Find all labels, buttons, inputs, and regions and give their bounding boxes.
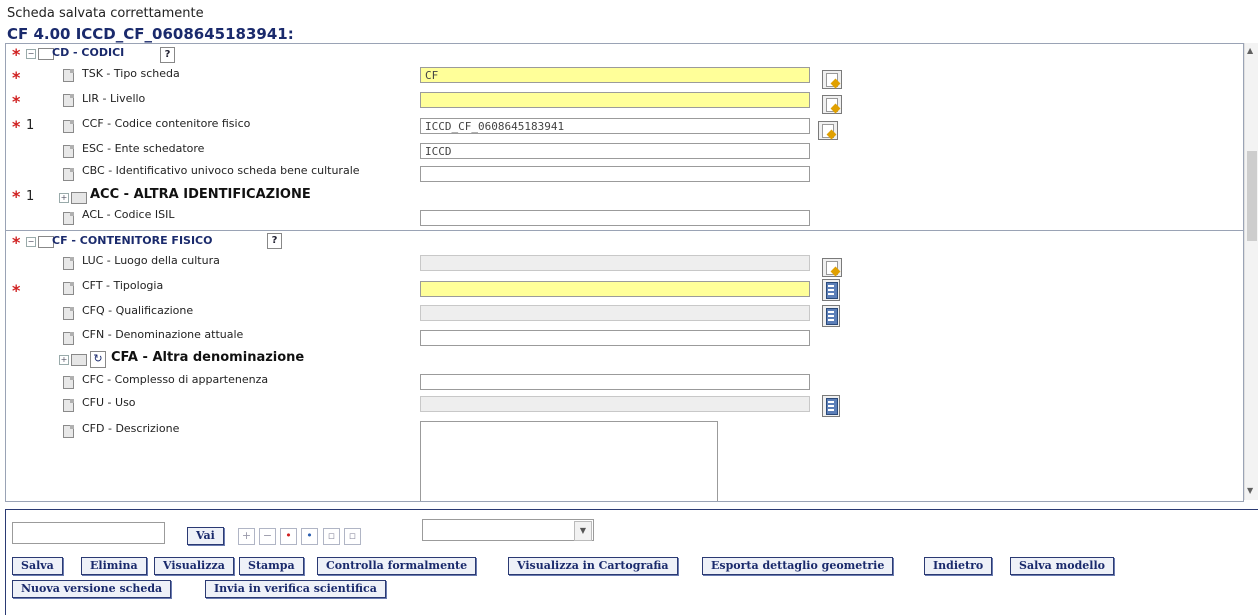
required-marker: * [12, 281, 21, 300]
tsk-field[interactable]: CF [420, 67, 810, 83]
lir-label: LIR - Livello [82, 92, 146, 105]
refresh-icon[interactable]: ↻ [90, 351, 106, 368]
folder-icon [71, 192, 87, 204]
scroll-thumb[interactable] [1247, 151, 1257, 241]
repeat-count: 1 [26, 189, 35, 204]
esc-label: ESC - Ente schedatore [82, 142, 205, 155]
acl-field[interactable] [420, 210, 810, 226]
acl-label: ACL - Codice ISIL [82, 208, 175, 221]
help-icon[interactable]: ? [160, 47, 175, 63]
list-icon[interactable] [822, 279, 840, 301]
document-icon [63, 257, 74, 270]
cfu-field[interactable] [420, 396, 810, 412]
export-geometries-button[interactable]: Esporta dettaglio geometrie [702, 557, 894, 575]
acc-group-title[interactable]: ACC - ALTRA IDENTIFICAZIONE [90, 187, 311, 202]
lookup-icon[interactable] [822, 258, 842, 277]
expand-icon[interactable]: + [59, 355, 69, 365]
list-blue-icon[interactable]: • [301, 528, 318, 545]
status-message: Scheda salvata correttamente [7, 6, 204, 21]
required-marker: * [12, 187, 21, 206]
lookup-icon[interactable] [818, 121, 838, 140]
lir-field[interactable] [420, 92, 810, 108]
remove-icon[interactable]: − [259, 528, 276, 545]
document-icon [63, 307, 74, 320]
document-icon [63, 212, 74, 225]
search-input[interactable] [12, 522, 165, 544]
document-icon [63, 145, 74, 158]
action-select[interactable]: ▼ [422, 519, 594, 541]
cbc-label: CBC - Identificativo univoco scheda bene… [82, 164, 360, 177]
form-panel: * − CD - CODICI ? * TSK - Tipo scheda CF… [5, 43, 1244, 502]
print-button[interactable]: Stampa [239, 557, 304, 575]
cfc-field[interactable] [420, 374, 810, 390]
record-title: CF 4.00 ICCD_CF_0608645183941: [7, 25, 294, 43]
section-cd-title: CD - CODICI [52, 46, 125, 59]
required-marker: * [12, 68, 21, 87]
bottom-toolbar: Vai + − • • ▫ ▫ ▼ Salva Elimina Visualiz… [5, 509, 1258, 615]
new-version-button[interactable]: Nuova versione scheda [12, 580, 172, 598]
luc-label: LUC - Luogo della cultura [82, 254, 220, 267]
document-icon [63, 69, 74, 82]
cfu-label: CFU - Uso [82, 396, 136, 409]
section-divider [6, 230, 1243, 231]
document-icon [63, 120, 74, 133]
cft-label: CFT - Tipologia [82, 279, 164, 292]
validate-button[interactable]: Controlla formalmente [317, 557, 477, 575]
cft-field[interactable] [420, 281, 810, 297]
esc-field[interactable]: ICCD [420, 143, 810, 159]
document-icon [63, 94, 74, 107]
help-icon[interactable]: ? [267, 233, 282, 249]
copy-icon[interactable]: ▫ [323, 528, 340, 545]
document-icon [63, 425, 74, 438]
cfn-label: CFN - Denominazione attuale [82, 328, 244, 341]
lookup-icon[interactable] [822, 95, 842, 114]
delete-button[interactable]: Elimina [81, 557, 147, 575]
repeat-count: 1 [26, 118, 35, 133]
map-button[interactable]: Visualizza in Cartografia [508, 557, 678, 575]
view-button[interactable]: Visualizza [154, 557, 234, 575]
folder-icon [71, 354, 87, 366]
paste-icon[interactable]: ▫ [344, 528, 361, 545]
ccf-field[interactable]: ICCD_CF_0608645183941 [420, 118, 810, 134]
add-icon[interactable]: + [238, 528, 255, 545]
required-marker: * [12, 117, 21, 136]
vertical-scrollbar[interactable]: ▲ ▼ [1244, 43, 1258, 500]
collapse-icon[interactable]: − [26, 49, 36, 59]
document-icon [63, 399, 74, 412]
cfq-label: CFQ - Qualificazione [82, 304, 194, 317]
document-icon [63, 282, 74, 295]
cfa-group-title[interactable]: CFA - Altra denominazione [111, 350, 304, 365]
required-marker: * [12, 233, 21, 252]
list-icon[interactable] [822, 305, 840, 327]
list-icon[interactable] [822, 395, 840, 417]
save-button[interactable]: Salva [12, 557, 63, 575]
cbc-field[interactable] [420, 166, 810, 182]
tsk-label: TSK - Tipo scheda [82, 67, 180, 80]
document-icon [63, 332, 74, 345]
lookup-icon[interactable] [822, 70, 842, 89]
scroll-down-icon[interactable]: ▼ [1247, 486, 1253, 495]
save-model-button[interactable]: Salva modello [1010, 557, 1114, 575]
back-button[interactable]: Indietro [924, 557, 993, 575]
send-review-button[interactable]: Invia in verifica scientifica [205, 580, 386, 598]
required-marker: * [12, 92, 21, 111]
cfq-field[interactable] [420, 305, 810, 321]
section-cf-title: CF - CONTENITORE FISICO [52, 234, 213, 247]
document-icon [63, 376, 74, 389]
scroll-up-icon[interactable]: ▲ [1247, 46, 1253, 55]
cfn-field[interactable] [420, 330, 810, 346]
cfc-label: CFC - Complesso di appartenenza [82, 373, 269, 386]
collapse-icon[interactable]: − [26, 237, 36, 247]
expand-icon[interactable]: + [59, 193, 69, 203]
required-marker: * [12, 45, 21, 64]
chevron-down-icon: ▼ [574, 521, 592, 541]
go-button[interactable]: Vai [187, 527, 224, 545]
cfd-label: CFD - Descrizione [82, 422, 180, 435]
luc-field[interactable] [420, 255, 810, 271]
ccf-label: CCF - Codice contenitore fisico [82, 117, 251, 130]
cfd-textarea[interactable] [420, 421, 718, 501]
document-icon [63, 168, 74, 181]
list-red-icon[interactable]: • [280, 528, 297, 545]
